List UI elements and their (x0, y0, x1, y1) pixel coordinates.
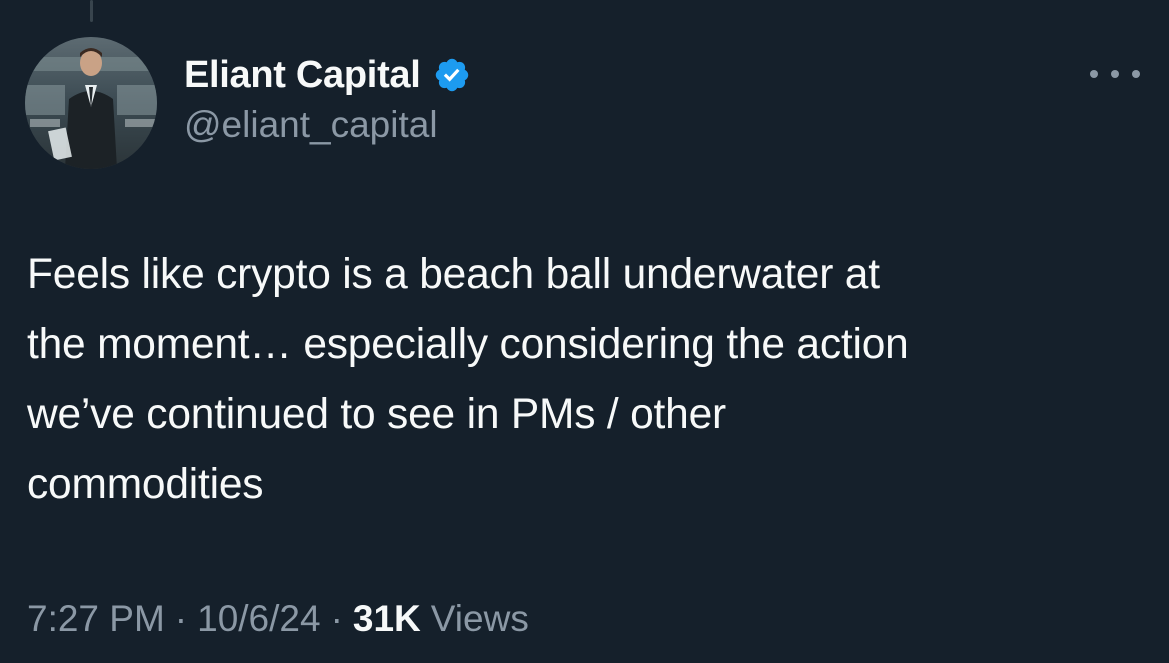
more-options-button[interactable] (1090, 63, 1140, 85)
more-icon (1132, 70, 1140, 78)
verified-badge-icon[interactable] (433, 56, 471, 94)
more-icon (1090, 70, 1098, 78)
avatar-image (25, 37, 157, 169)
tweet-text: Feels like crypto is a beach ball underw… (27, 251, 909, 508)
author-handle[interactable]: @eliant_capital (184, 104, 438, 146)
avatar[interactable] (25, 37, 157, 169)
views-count[interactable]: 31K (353, 598, 421, 640)
tweet-time[interactable]: 7:27 PM (27, 598, 165, 640)
more-icon (1111, 70, 1119, 78)
meta-separator: · (330, 598, 343, 639)
tweet-date[interactable]: 10/6/24 (197, 598, 320, 640)
author-display-name[interactable]: Eliant Capital (184, 54, 421, 97)
thread-connector-line (90, 0, 93, 22)
meta-separator: · (174, 598, 188, 639)
author-name-row: Eliant Capital (184, 50, 471, 100)
views-label: Views (430, 598, 529, 639)
tweet-meta: 7:27 PM · 10/6/24 · 31K Views (27, 598, 529, 640)
